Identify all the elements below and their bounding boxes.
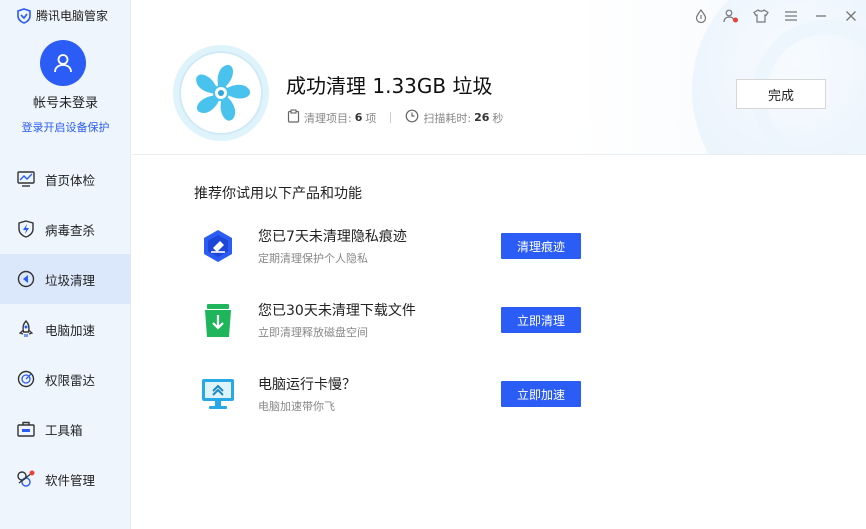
sidebar-item-label: 工具箱 xyxy=(45,422,83,438)
apps-icon xyxy=(16,469,36,489)
recommend-item-privacy: 您已7天未清理隐私痕迹 定期清理保护个人隐私 清理痕迹 xyxy=(200,226,600,276)
items-unit: 项 xyxy=(365,111,377,125)
sidebar-item-label: 病毒查杀 xyxy=(45,222,96,238)
avatar[interactable] xyxy=(40,40,86,86)
divider xyxy=(390,112,392,123)
time-unit: 秒 xyxy=(492,111,504,125)
broom-icon xyxy=(16,269,36,289)
monitor-icon xyxy=(16,169,36,189)
recommend-subtitle: 定期清理保护个人隐私 xyxy=(258,252,368,265)
sidebar-item-label: 软件管理 xyxy=(45,472,96,488)
rocket-icon xyxy=(16,319,36,339)
fan-icon xyxy=(196,64,251,121)
clean-stats: 清理项目: 6 项 扫描耗时: 26 秒 xyxy=(287,109,503,126)
sidebar: 腾讯电脑管家 帐号未登录 登录开启设备保护 首页体检 病毒查杀 垃圾清理 电脑加… xyxy=(0,0,131,529)
result-header: 成功清理 1.33GB 垃圾 清理项目: 6 项 扫描耗时: 26 秒 完成 xyxy=(132,0,866,155)
recommend-title: 您已7天未清理隐私痕迹 xyxy=(258,229,407,245)
minimize-icon[interactable] xyxy=(806,6,836,26)
recommend-subtitle: 电脑加速带你飞 xyxy=(258,400,335,413)
window-controls xyxy=(686,6,866,26)
recommend-subtitle: 立即清理释放磁盘空间 xyxy=(258,326,368,339)
clean-now-button[interactable]: 立即清理 xyxy=(501,307,581,333)
sidebar-item-toolbox[interactable]: 工具箱 xyxy=(0,404,131,454)
sidebar-item-label: 首页体检 xyxy=(45,172,96,188)
clipboard-icon xyxy=(287,109,304,126)
shield-bolt-icon xyxy=(16,219,36,239)
user-icon xyxy=(54,54,72,73)
speed-up-button[interactable]: 立即加速 xyxy=(501,381,581,407)
done-button[interactable]: 完成 xyxy=(736,79,826,109)
recommend-item-downloads: 您已30天未清理下载文件 立即清理释放磁盘空间 立即清理 xyxy=(200,300,600,350)
sidebar-item-label: 电脑加速 xyxy=(45,322,96,338)
drop-icon[interactable] xyxy=(686,6,716,26)
fan-illustration xyxy=(173,45,269,141)
items-value: 6 xyxy=(354,111,363,124)
sidebar-item-label: 垃圾清理 xyxy=(45,272,96,288)
app-logo-icon xyxy=(16,7,32,24)
sidebar-item-permission-radar[interactable]: 权限雷达 xyxy=(0,354,131,404)
page-title: 成功清理 1.33GB 垃圾 xyxy=(286,74,493,98)
sidebar-item-software[interactable]: 软件管理 xyxy=(0,454,131,504)
sidebar-item-speedup[interactable]: 电脑加速 xyxy=(0,304,131,354)
recommend-item-speedup: 电脑运行卡慢？ 电脑加速带你飞 立即加速 xyxy=(200,374,600,424)
eraser-icon xyxy=(200,228,236,264)
time-label: 扫描耗时: xyxy=(423,111,472,125)
clean-traces-button[interactable]: 清理痕迹 xyxy=(501,233,581,259)
time-value: 26 xyxy=(474,111,490,124)
sidebar-item-label: 权限雷达 xyxy=(45,372,96,388)
toolbox-icon xyxy=(16,419,36,439)
trash-download-icon xyxy=(200,302,236,338)
monitor-speed-icon xyxy=(200,376,236,412)
app-brand: 腾讯电脑管家 xyxy=(16,7,108,24)
sidebar-nav: 首页体检 病毒查杀 垃圾清理 电脑加速 权限雷达 工具箱 软件管理 xyxy=(0,154,131,504)
sidebar-item-virus-scan[interactable]: 病毒查杀 xyxy=(0,204,131,254)
radar-icon xyxy=(16,369,36,389)
user-settings-icon[interactable] xyxy=(716,6,746,26)
login-link[interactable]: 登录开启设备保护 xyxy=(0,119,131,135)
sidebar-item-junk-clean[interactable]: 垃圾清理 xyxy=(0,254,131,304)
skin-icon[interactable] xyxy=(746,6,776,26)
sidebar-item-home-check[interactable]: 首页体检 xyxy=(0,154,131,204)
items-label: 清理项目: xyxy=(304,111,352,125)
recommend-title: 您已30天未清理下载文件 xyxy=(258,303,416,319)
clock-icon xyxy=(405,109,423,126)
account-status: 帐号未登录 xyxy=(32,96,98,111)
close-icon[interactable] xyxy=(836,6,866,26)
recommend-heading: 推荐你试用以下产品和功能 xyxy=(194,186,362,202)
app-title: 腾讯电脑管家 xyxy=(36,9,109,23)
recommend-title: 电脑运行卡慢？ xyxy=(258,377,356,393)
menu-icon[interactable] xyxy=(776,6,806,26)
